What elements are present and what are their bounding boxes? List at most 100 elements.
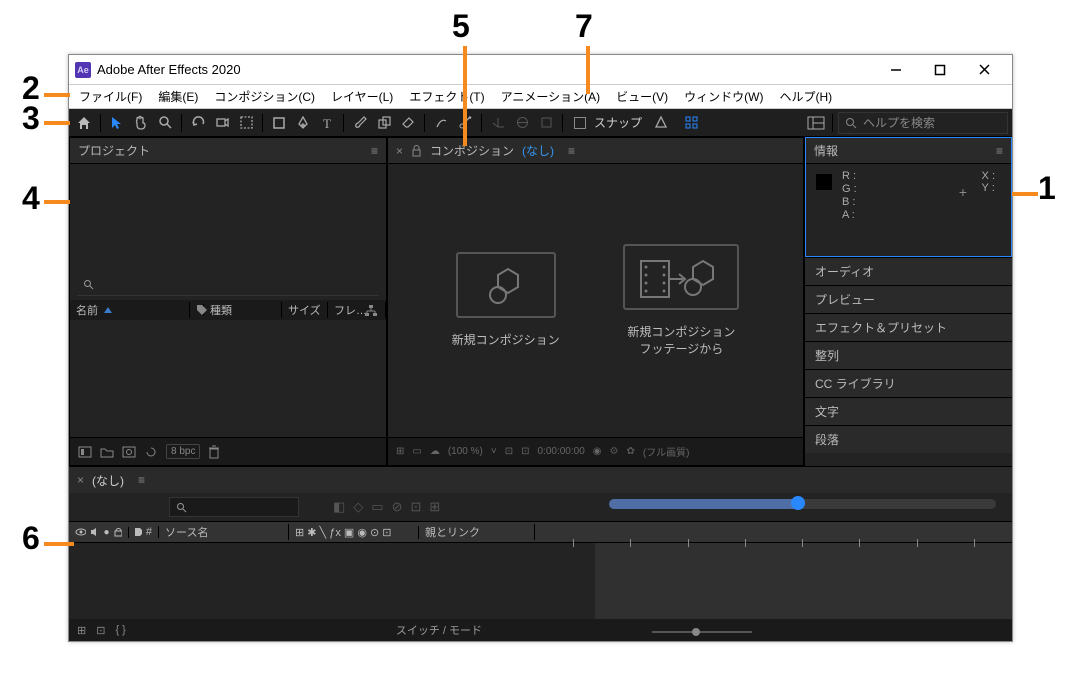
timeline-search[interactable] bbox=[169, 497, 299, 517]
work-area-bar[interactable] bbox=[609, 493, 996, 509]
home-button[interactable] bbox=[73, 112, 95, 134]
annotation-4: 4 bbox=[22, 180, 40, 217]
interpret-icon[interactable] bbox=[78, 446, 92, 458]
menu-composition[interactable]: コンポジション(C) bbox=[206, 86, 323, 107]
app-window: Ae Adobe After Effects 2020 ファイル(F) 編集(E… bbox=[68, 54, 1013, 642]
col-tag[interactable] bbox=[190, 304, 204, 316]
search-icon bbox=[845, 117, 857, 129]
timeline-columns: ● # ソース名 ⊞ ✱ ╲ ƒx ▣ ◉ ⊙ ⊡ 親とリンク bbox=[69, 521, 1012, 543]
new-comp-label: 新規コンポジション bbox=[452, 332, 560, 349]
col-name[interactable]: 名前 bbox=[70, 302, 190, 318]
toggle-brackets-icon[interactable]: { } bbox=[115, 624, 125, 636]
menu-layer[interactable]: レイヤー(L) bbox=[323, 86, 401, 107]
panel-effects-presets[interactable]: エフェクト＆プリセット bbox=[805, 313, 1012, 341]
minimize-button[interactable] bbox=[874, 56, 918, 84]
flowchart-icon[interactable] bbox=[364, 304, 378, 318]
menu-file[interactable]: ファイル(F) bbox=[71, 86, 150, 107]
right-panels: 情報 ≡ R :G : B :A : + X :Y : オーディオ プレビュー bbox=[804, 137, 1012, 466]
timeline-tracks[interactable] bbox=[595, 543, 1012, 619]
help-search[interactable]: ヘルプを検索 bbox=[838, 112, 1008, 134]
project-search[interactable] bbox=[77, 274, 379, 296]
project-columns: 名前 種類 サイズ フレ… bbox=[70, 300, 386, 320]
close-tab-icon[interactable]: × bbox=[77, 473, 84, 487]
menu-effect[interactable]: エフェクト(T) bbox=[401, 86, 492, 107]
menu-edit[interactable]: 編集(E) bbox=[150, 86, 206, 107]
menu-window[interactable]: ウィンドウ(W) bbox=[676, 86, 771, 107]
adjust-icon[interactable] bbox=[144, 446, 158, 458]
camera-tool[interactable] bbox=[211, 112, 233, 134]
panel-cc-libraries[interactable]: CC ライブラリ bbox=[805, 369, 1012, 397]
switch-mode-button[interactable]: スイッチ / モード bbox=[396, 622, 482, 638]
world-axis-icon[interactable] bbox=[511, 112, 533, 134]
rectangle-tool[interactable] bbox=[268, 112, 290, 134]
panel-menu-icon[interactable]: ≡ bbox=[996, 144, 1003, 158]
close-tab-icon[interactable]: × bbox=[396, 144, 403, 158]
snap-checkbox[interactable] bbox=[574, 117, 586, 129]
new-comp-icon[interactable] bbox=[122, 446, 136, 458]
work-area-handle[interactable] bbox=[791, 496, 805, 510]
tl-btn-5[interactable]: ⊡ bbox=[411, 499, 422, 515]
col-av[interactable]: ● bbox=[69, 527, 129, 538]
col-parent[interactable]: 親とリンク bbox=[419, 524, 535, 540]
project-panel: プロジェクト ≡ 名前 種類 サイズ フレ… bbox=[69, 137, 387, 466]
timeline-footer: ⊞ ⊡ { } スイッチ / モード bbox=[69, 619, 1012, 641]
tl-btn-6[interactable]: ⊞ bbox=[429, 499, 440, 515]
selection-tool[interactable] bbox=[106, 112, 128, 134]
snap-bounds-icon[interactable] bbox=[680, 112, 702, 134]
view-axis-icon[interactable] bbox=[535, 112, 557, 134]
toggle-modes-icon[interactable]: ⊡ bbox=[96, 624, 105, 637]
panel-character[interactable]: 文字 bbox=[805, 397, 1012, 425]
annotation-3: 3 bbox=[22, 100, 40, 137]
menubar: ファイル(F) 編集(E) コンポジション(C) レイヤー(L) エフェクト(T… bbox=[69, 85, 1012, 109]
menu-view[interactable]: ビュー(V) bbox=[608, 86, 676, 107]
speaker-icon bbox=[90, 527, 99, 537]
panel-menu-icon[interactable]: ≡ bbox=[371, 144, 378, 158]
trash-icon[interactable] bbox=[208, 445, 220, 459]
timeline-zoom[interactable] bbox=[652, 627, 752, 637]
panel-menu-icon[interactable]: ≡ bbox=[138, 473, 145, 487]
new-comp-card[interactable]: 新規コンポジション bbox=[452, 252, 560, 349]
snap-options-icon[interactable] bbox=[650, 112, 672, 134]
tl-btn-2[interactable]: ◇ bbox=[353, 499, 363, 515]
text-tool[interactable]: T bbox=[316, 112, 338, 134]
panel-paragraph[interactable]: 段落 bbox=[805, 425, 1012, 453]
zoom-tool[interactable] bbox=[154, 112, 176, 134]
roto-tool[interactable] bbox=[430, 112, 452, 134]
info-panel-title: 情報 bbox=[814, 142, 838, 159]
clone-tool[interactable] bbox=[373, 112, 395, 134]
panel-menu-icon[interactable]: ≡ bbox=[568, 144, 575, 158]
col-switches[interactable]: ⊞ ✱ ╲ ƒx ▣ ◉ ⊙ ⊡ bbox=[289, 526, 419, 539]
panel-preview[interactable]: プレビュー bbox=[805, 285, 1012, 313]
close-button[interactable] bbox=[962, 56, 1006, 84]
col-type[interactable]: 種類 bbox=[204, 302, 282, 318]
menu-animation[interactable]: アニメーション(A) bbox=[493, 86, 609, 107]
workspace-icon[interactable] bbox=[805, 112, 827, 134]
bpc-button[interactable]: 8 bpc bbox=[166, 444, 200, 459]
svg-text:T: T bbox=[323, 116, 331, 130]
new-comp-icon bbox=[484, 265, 528, 305]
tl-btn-4[interactable]: ⊘ bbox=[392, 499, 403, 515]
toggle-switches-icon[interactable]: ⊞ bbox=[77, 624, 86, 637]
tl-btn-1[interactable]: ◧ bbox=[333, 499, 345, 515]
orbit-tool[interactable] bbox=[187, 112, 209, 134]
lock-icon[interactable] bbox=[411, 145, 422, 157]
layer-list bbox=[69, 543, 595, 619]
pen-tool[interactable] bbox=[292, 112, 314, 134]
pan-behind-tool[interactable] bbox=[235, 112, 257, 134]
hand-tool[interactable] bbox=[130, 112, 152, 134]
timeline-panel: × (なし) ≡ ◧ ◇ ▭ ⊘ ⊡ ⊞ ● bbox=[69, 466, 1012, 641]
eraser-tool[interactable] bbox=[397, 112, 419, 134]
col-source-name[interactable]: ソース名 bbox=[159, 524, 289, 540]
panel-audio[interactable]: オーディオ bbox=[805, 257, 1012, 285]
col-size[interactable]: サイズ bbox=[282, 302, 328, 318]
folder-icon[interactable] bbox=[100, 446, 114, 458]
local-axis-icon[interactable] bbox=[487, 112, 509, 134]
brush-tool[interactable] bbox=[349, 112, 371, 134]
col-label-num[interactable]: # bbox=[129, 526, 159, 538]
titlebar: Ae Adobe After Effects 2020 bbox=[69, 55, 1012, 85]
tl-btn-3[interactable]: ▭ bbox=[371, 499, 383, 515]
new-comp-from-footage-card[interactable]: 新規コンポジションフッテージから bbox=[623, 244, 739, 358]
menu-help[interactable]: ヘルプ(H) bbox=[772, 86, 841, 107]
panel-align[interactable]: 整列 bbox=[805, 341, 1012, 369]
maximize-button[interactable] bbox=[918, 56, 962, 84]
